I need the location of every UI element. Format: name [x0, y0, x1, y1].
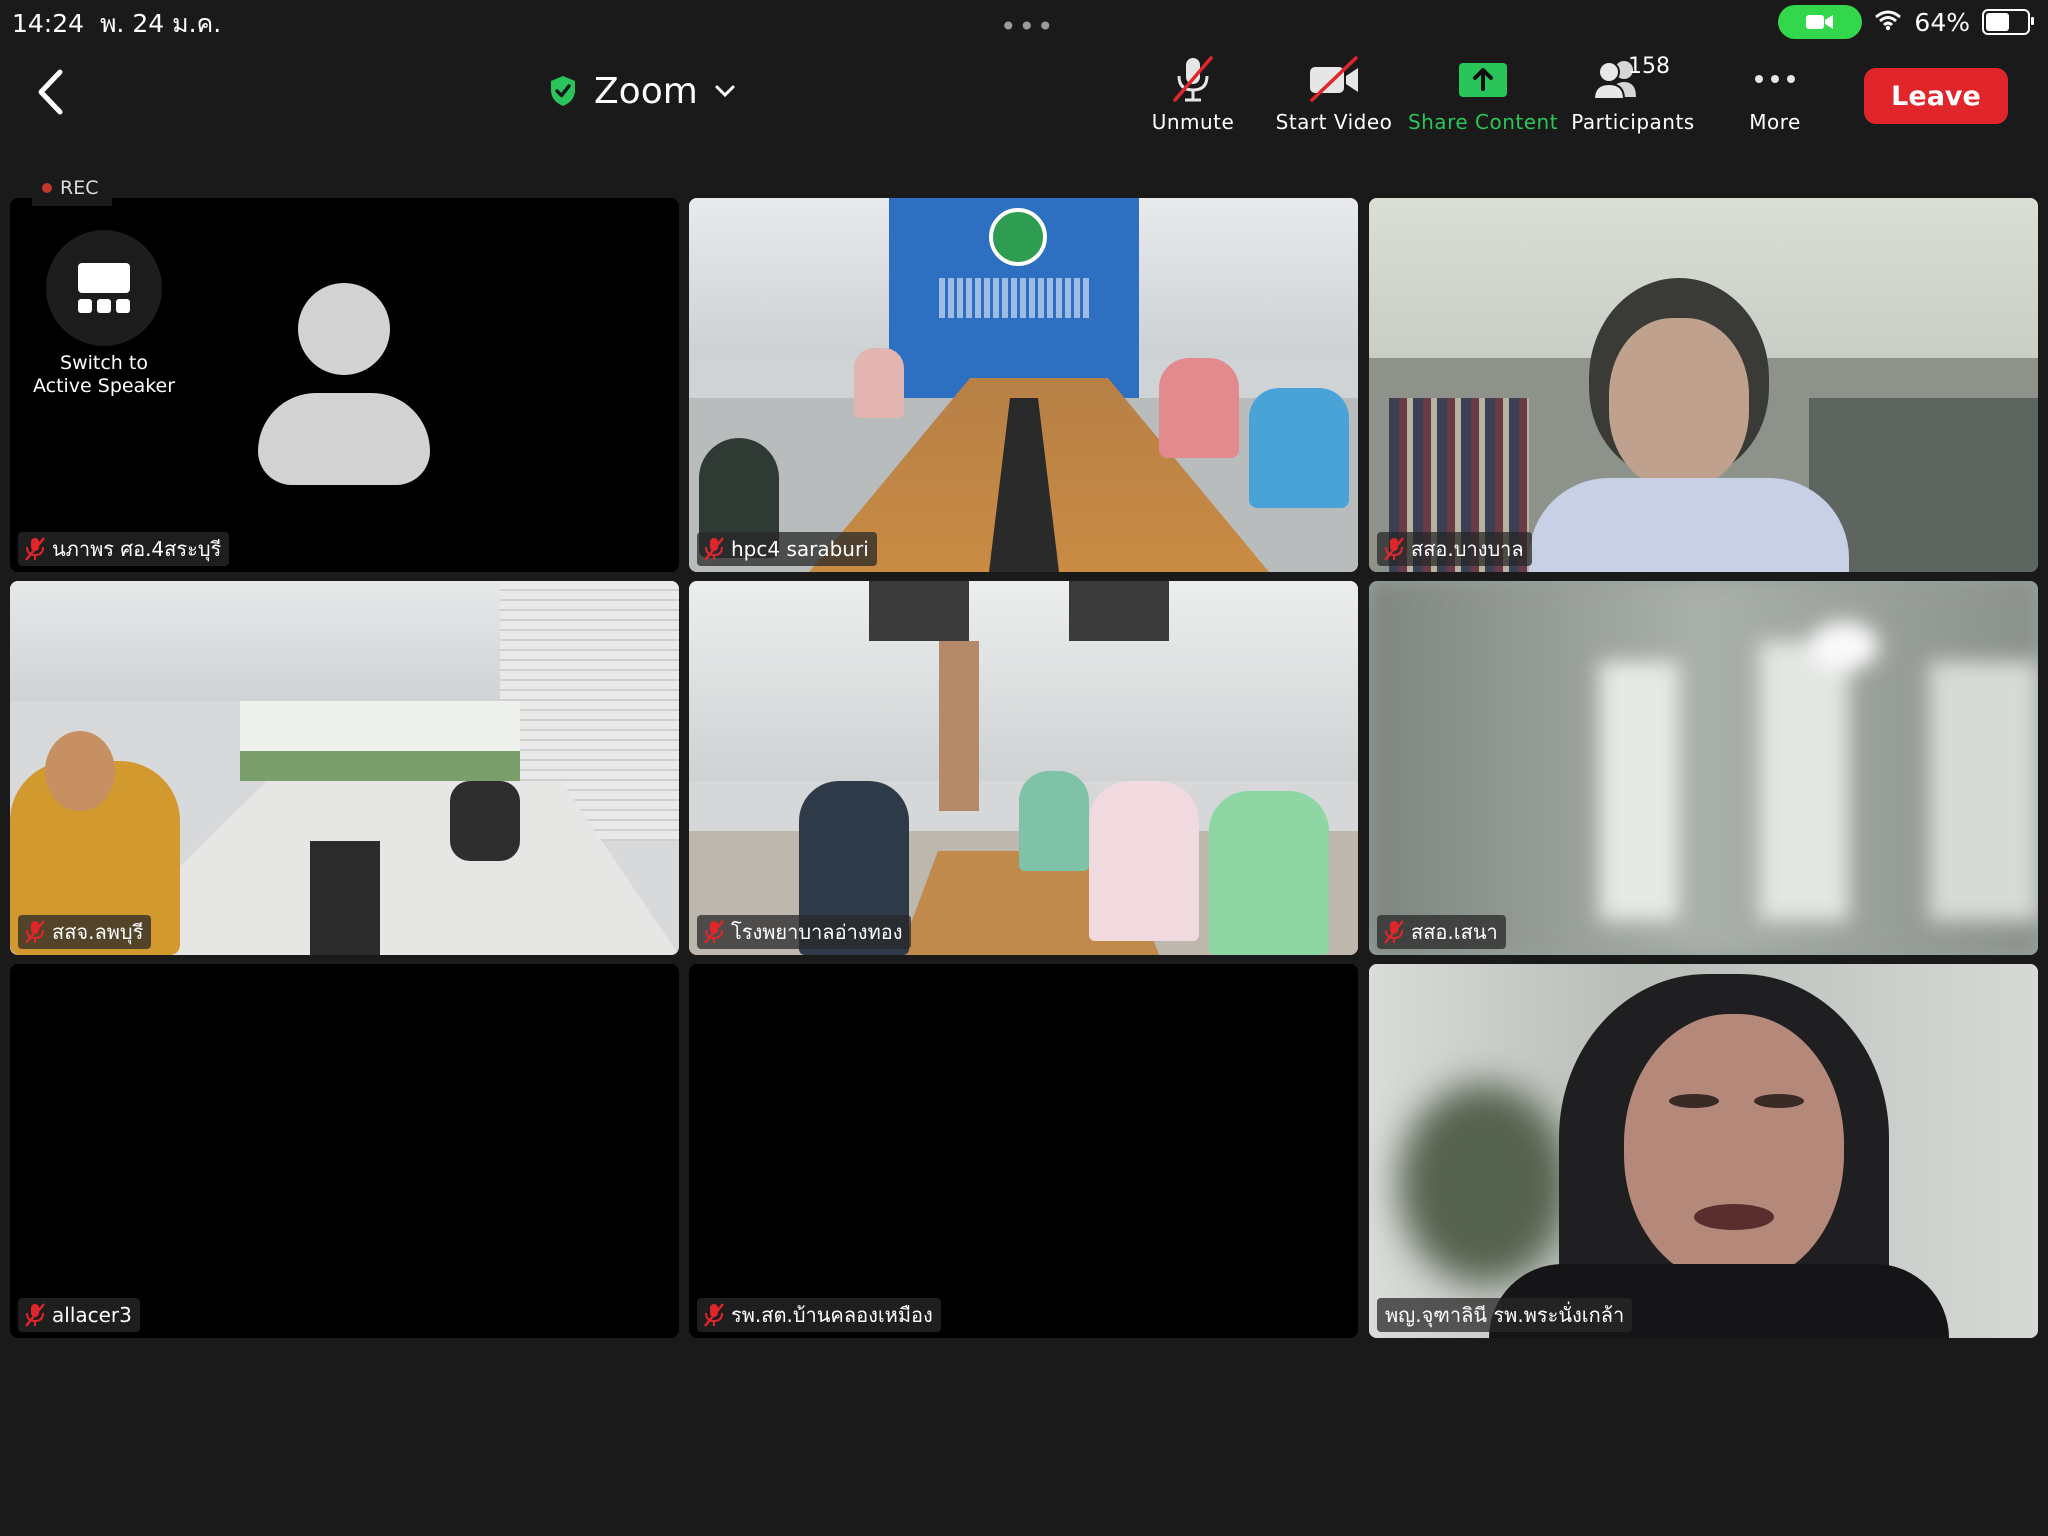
meeting-title: Zoom: [594, 70, 698, 112]
video-tile-9-active-speaker[interactable]: พญ.จุฑาลินี รพ.พระนั่งเกล้า: [1369, 964, 2038, 1338]
mic-off-icon: [1383, 536, 1405, 562]
participant-name: สสจ.ลพบุรี: [52, 920, 144, 944]
status-time-date: 14:24 พ. 24 ม.ค.: [12, 4, 221, 44]
video-tile-2[interactable]: hpc4 saraburi: [689, 198, 1358, 572]
video-tile-8[interactable]: รพ.สต.บ้านคลองเหมือง: [689, 964, 1358, 1338]
recording-indicator: REC: [32, 170, 113, 206]
status-time: 14:24: [12, 9, 85, 38]
participant-name-tag: hpc4 saraburi: [697, 532, 877, 566]
start-video-button[interactable]: Start Video: [1274, 54, 1394, 144]
back-button[interactable]: [28, 62, 72, 122]
participant-name-tag: สสจ.ลพบุรี: [18, 915, 152, 949]
start-video-label: Start Video: [1275, 110, 1393, 134]
video-feed-hospital-room: [689, 581, 1358, 955]
more-dots-icon: [1753, 54, 1797, 104]
recording-label: REC: [60, 177, 99, 199]
video-tile-7[interactable]: allacer3: [10, 964, 679, 1338]
wifi-icon: [1874, 8, 1902, 37]
participants-label: Participants: [1571, 110, 1695, 134]
video-feed-meeting-room: [10, 581, 679, 955]
status-bar: 14:24 พ. 24 ม.ค. ••• 64%: [0, 0, 2048, 44]
video-feed-blurred-room: [1369, 581, 2038, 955]
participants-button[interactable]: 158 Participants: [1568, 54, 1698, 144]
participant-name-tag: รพ.สต.บ้านคลองเหมือง: [697, 1298, 941, 1332]
participant-name-tag: สสอ.เสนา: [1377, 915, 1506, 949]
meeting-title-dropdown[interactable]: Zoom: [548, 66, 736, 116]
video-tile-1[interactable]: Switch to Active Speaker นภาพร ศอ.4สระบุ…: [10, 198, 679, 572]
camera-in-use-icon: [1778, 5, 1863, 39]
unmute-button[interactable]: Unmute: [1148, 54, 1238, 144]
participant-name-tag: สสอ.บางบาล: [1377, 532, 1532, 566]
back-chevron-icon: [38, 69, 63, 115]
switch-to-active-speaker-button[interactable]: Switch to Active Speaker: [24, 230, 184, 398]
participant-name: นภาพร ศอ.4สระบุรี: [52, 537, 222, 561]
shield-check-icon: [551, 76, 575, 106]
more-label: More: [1749, 110, 1801, 134]
avatar-placeholder-head: [298, 283, 390, 375]
video-off-icon: [1306, 54, 1362, 104]
more-button[interactable]: More: [1740, 54, 1810, 144]
record-dot-icon: [42, 183, 52, 193]
battery-icon: [1982, 9, 2034, 35]
chevron-down-icon: [715, 85, 735, 98]
avatar-placeholder-body: [258, 393, 430, 485]
participant-name: โรงพยาบาลอ่างทอง: [731, 920, 903, 944]
battery-fill: [1986, 13, 2009, 31]
video-tile-5[interactable]: โรงพยาบาลอ่างทอง: [689, 581, 1358, 955]
share-arrow-icon: [1458, 54, 1508, 104]
mic-off-icon: [24, 919, 46, 945]
share-content-label: Share Content: [1407, 110, 1559, 134]
video-feed-office: [1369, 198, 2038, 572]
grid-icon: [46, 230, 162, 346]
mic-off-icon: [24, 536, 46, 562]
participant-name: สสอ.บางบาล: [1411, 537, 1524, 561]
video-tile-3[interactable]: สสอ.บางบาล: [1369, 198, 2038, 572]
mic-off-icon: [1383, 919, 1405, 945]
switch-view-label-line1: Switch to: [60, 352, 148, 374]
share-content-button[interactable]: Share Content: [1408, 54, 1558, 144]
mic-off-icon: [24, 1302, 46, 1328]
status-right: 64%: [1778, 4, 2034, 40]
participants-icon: 158: [1578, 54, 1688, 104]
participant-name: รพ.สต.บ้านคลองเหมือง: [731, 1303, 933, 1327]
switch-view-label-line2: Active Speaker: [32, 375, 176, 397]
mic-off-icon: [703, 536, 725, 562]
battery-percent: 64%: [1914, 7, 1970, 37]
status-date: พ. 24 ม.ค.: [99, 9, 222, 38]
meeting-toolbar: Zoom Unmute Start Video Share Content 15…: [0, 50, 2048, 150]
mic-off-icon: [703, 919, 725, 945]
unmute-label: Unmute: [1151, 110, 1235, 134]
mic-off-icon: [1167, 54, 1219, 104]
participant-name-tag: allacer3: [18, 1298, 140, 1332]
participant-name-tag: นภาพร ศอ.4สระบุรี: [18, 532, 230, 566]
switch-view-label: Switch to Active Speaker: [24, 352, 184, 398]
video-feed-conference-room: [689, 198, 1358, 572]
participant-name: พญ.จุฑาลินี รพ.พระนั่งเกล้า: [1385, 1303, 1625, 1327]
video-tile-4[interactable]: สสจ.ลพบุรี: [10, 581, 679, 955]
zoom-meeting-screen: 14:24 พ. 24 ม.ค. ••• 64% Zoom Unmute Sta…: [0, 0, 2048, 1536]
multitasking-dots-icon[interactable]: •••: [1000, 10, 1056, 43]
leave-button[interactable]: Leave: [1864, 68, 2008, 124]
video-tile-6[interactable]: สสอ.เสนา: [1369, 581, 2038, 955]
participant-name-tag: โรงพยาบาลอ่างทอง: [697, 915, 911, 949]
participant-name: สสอ.เสนา: [1411, 920, 1498, 944]
participant-name: hpc4 saraburi: [731, 537, 869, 561]
mic-off-icon: [703, 1302, 725, 1328]
video-feed-speaker: [1369, 964, 2038, 1338]
participant-name-tag: พญ.จุฑาลินี รพ.พระนั่งเกล้า: [1377, 1298, 1633, 1332]
participant-name: allacer3: [52, 1303, 132, 1327]
participants-count: 158: [1628, 54, 1670, 79]
